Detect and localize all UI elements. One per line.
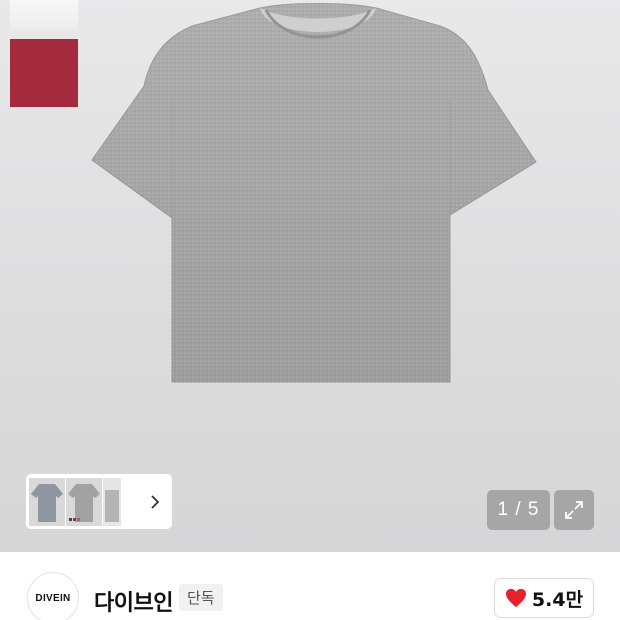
page-counter: 1 / 5 <box>487 490 550 530</box>
brand-logo-text: DIVEIN <box>35 592 71 604</box>
product-image-tshirt <box>91 3 537 383</box>
color-swatch-white[interactable] <box>10 0 78 30</box>
product-brand-row: DIVEIN 다이브인 단독 5.4만 <box>0 552 620 620</box>
brand-name[interactable]: 다이브인 <box>94 585 173 617</box>
expand-icon[interactable] <box>554 490 594 530</box>
brand-logo[interactable]: DIVEIN <box>27 572 79 620</box>
thumbnail-strip[interactable] <box>26 474 172 529</box>
exclusive-badge: 단독 <box>179 584 223 611</box>
like-button[interactable]: 5.4만 <box>494 578 594 618</box>
thumbnail-images[interactable] <box>29 477 121 526</box>
product-image-gallery[interactable]: 1 / 5 <box>0 0 620 552</box>
heart-icon <box>505 588 526 608</box>
like-count: 5.4만 <box>531 588 584 611</box>
color-swatch-red[interactable] <box>10 39 78 107</box>
chevron-right-icon[interactable] <box>144 474 166 529</box>
